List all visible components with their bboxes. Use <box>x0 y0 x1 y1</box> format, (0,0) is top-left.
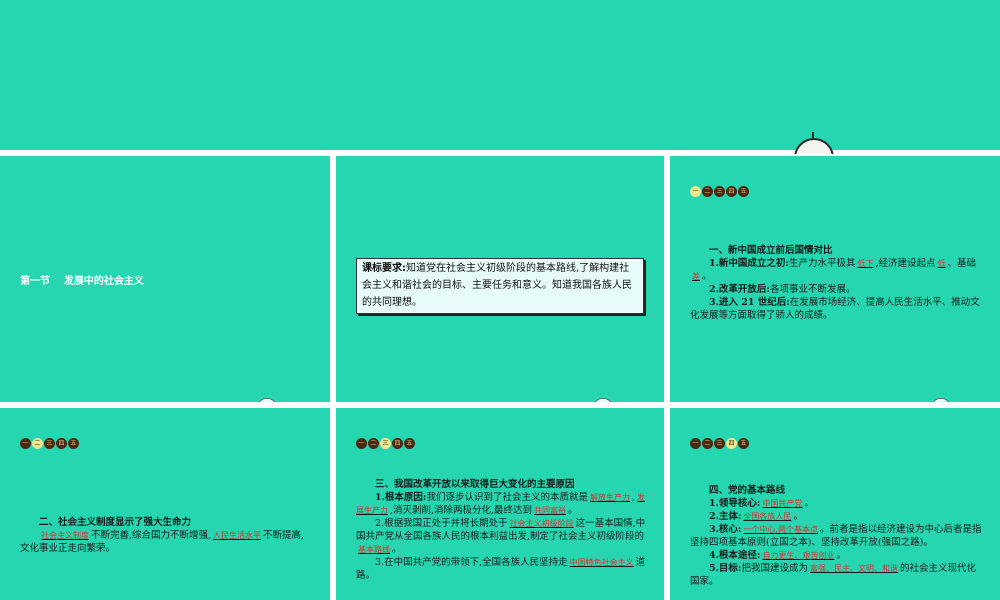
paragraph-4: 4.根本途径: 自力更生、艰苦创业。 <box>709 550 846 561</box>
nav-item-3[interactable]: 三 <box>714 186 725 197</box>
section-title: 第一节 发展中的社会主义 <box>20 276 144 287</box>
nav-item-4[interactable]: 四 <box>726 438 737 449</box>
answer-blank: 一个中心,两个基本点 <box>743 525 818 534</box>
answer-blank: 差 <box>692 272 700 281</box>
content-heading: 四、党的基本路线 <box>709 485 786 496</box>
answer-blank: 基本路线 <box>358 545 390 554</box>
paragraph-1: 1.新中国成立之初:生产力水平极其 低下 ,经济建设起点低、基础差。 <box>692 258 976 282</box>
top-slide-band <box>0 0 1000 150</box>
nav-item-2[interactable]: 二 <box>702 186 713 197</box>
answer-blank: 人民生活水平 <box>213 531 262 540</box>
section-nav: 一 二 三 四 五 <box>356 438 415 449</box>
corner-decoration-icon <box>258 398 276 402</box>
slide-thumbnail-3[interactable]: 一 二 三 四 五 一、新中国成立前后国情对比 1.新中国成立之初:生产力水平极… <box>670 156 1000 402</box>
nav-item-1[interactable]: 一 <box>20 438 31 449</box>
nav-item-4[interactable]: 四 <box>56 438 67 449</box>
answer-blank: 自力更生、艰苦创业 <box>762 551 835 560</box>
corner-decoration-icon <box>932 398 950 402</box>
answer-blank: 共同富裕 <box>534 506 567 515</box>
dome-decoration-icon <box>790 132 838 154</box>
paragraph-5: 5.目标:把我国建设成为 富强、民主、文明、和谐 的社会主义现代化国家。 <box>690 563 976 587</box>
paragraph-1: 1.领导核心: 中国共产党。 <box>709 498 814 509</box>
nav-item-5[interactable]: 五 <box>404 438 415 449</box>
slide-thumbnail-5[interactable]: 一 二 三 四 五 三、我国改革开放以来取得巨大变化的主要原因 1.根本原因:我… <box>336 408 664 600</box>
paragraph-3: 3.在中国共产党的带领下,全国各族人民坚持走 中国特色社会主义 道路。 <box>356 557 646 581</box>
section-nav: 一 二 三 四 五 <box>690 186 749 197</box>
requirement-label: 课标要求: <box>362 263 406 274</box>
paragraph-2: 2.主体: 全国各族人民。 <box>709 511 803 522</box>
slide-content: 二、社会主义制度显示了强大生命力 社会主义制度 不断完善,综合国力不断增强, 人民生… <box>20 516 312 555</box>
content-heading: 三、我国改革开放以来取得巨大变化的主要原因 <box>375 479 575 490</box>
answer-blank: 中国特色社会主义 <box>569 558 634 567</box>
slide-thumbnail-2[interactable]: 课标要求:知道党在社会主义初级阶段的基本路线,了解构建社会主义和谐社会的目标、主… <box>336 156 664 402</box>
answer-blank: 解放生产力 <box>589 493 630 502</box>
section-nav: 一 二 三 四 五 <box>690 438 749 449</box>
nav-item-2[interactable]: 二 <box>32 438 43 449</box>
paragraph-2: 2.改革开放后:各项事业不断发展。 <box>709 284 856 295</box>
slide-content: 三、我国改革开放以来取得巨大变化的主要原因 1.根本原因:我们逐步认识到了社会主… <box>356 478 648 582</box>
content-heading: 二、社会主义制度显示了强大生命力 <box>39 517 192 528</box>
slide-content: 四、党的基本路线 1.领导核心: 中国共产党。 2.主体: 全国各族人民。 3.核心… <box>690 484 982 588</box>
nav-item-1[interactable]: 一 <box>690 438 701 449</box>
content-heading: 一、新中国成立前后国情对比 <box>709 245 833 256</box>
answer-blank: 富强、民主、文明、和谐 <box>809 564 898 573</box>
paragraph-1: 1.根本原因:我们逐步认识到了社会主义的本质就是 解放生产力, 发展生产力 ,消灭剥削… <box>356 492 645 516</box>
paragraph-3: 3.核心: 一个中心,两个基本点 。前者是指以经济建设为中心后者是指坚持四项基本原则… <box>690 524 982 548</box>
nav-item-2[interactable]: 二 <box>702 438 713 449</box>
nav-item-4[interactable]: 四 <box>726 186 737 197</box>
answer-blank: 低下 <box>857 259 874 268</box>
nav-item-5[interactable]: 五 <box>738 186 749 197</box>
nav-item-2[interactable]: 二 <box>368 438 379 449</box>
nav-item-4[interactable]: 四 <box>392 438 403 449</box>
slide-content: 一、新中国成立前后国情对比 1.新中国成立之初:生产力水平极其 低下 ,经济建设起点… <box>690 244 982 322</box>
slide-thumbnail-4[interactable]: 一 二 三 四 五 二、社会主义制度显示了强大生命力 社会主义制度 不断完善,综合… <box>0 408 330 600</box>
paragraph-2: 2.根据我国正处于并将长期处于 社会主义初级阶段 这一基本国情,中国共产党从全国各族… <box>356 518 646 555</box>
section-nav: 一 二 三 四 五 <box>20 438 79 449</box>
nav-item-5[interactable]: 五 <box>68 438 79 449</box>
curriculum-requirement-box: 课标要求:知道党在社会主义初级阶段的基本路线,了解构建社会主义和谐社会的目标、主… <box>356 258 644 314</box>
nav-item-3[interactable]: 三 <box>380 438 391 449</box>
answer-blank: 社会主义制度 <box>41 531 89 540</box>
answer-blank: 社会主义初级阶段 <box>509 519 574 528</box>
paragraph-1: 社会主义制度 不断完善,综合国力不断增强, 人民生活水平 不断提高,文化事业正走向繁荣… <box>20 530 305 554</box>
nav-item-5[interactable]: 五 <box>738 438 749 449</box>
answer-blank: 全国各族人民 <box>743 512 792 521</box>
paragraph-3: 3.进入 21 世纪后:在发展市场经济、提高人民生活水平、推动文化发展等方面取得… <box>690 297 980 321</box>
answer-blank: 中国共产党 <box>762 499 803 508</box>
answer-blank: 低 <box>937 259 946 268</box>
nav-item-1[interactable]: 一 <box>690 186 701 197</box>
nav-item-3[interactable]: 三 <box>714 438 725 449</box>
nav-item-1[interactable]: 一 <box>356 438 367 449</box>
nav-item-3[interactable]: 三 <box>44 438 55 449</box>
corner-decoration-icon <box>594 398 612 402</box>
slide-thumbnail-6[interactable]: 一 二 三 四 五 四、党的基本路线 1.领导核心: 中国共产党。 2.主体: 全国… <box>670 408 1000 600</box>
slide-thumbnail-1[interactable]: 第一节 发展中的社会主义 <box>0 156 330 402</box>
